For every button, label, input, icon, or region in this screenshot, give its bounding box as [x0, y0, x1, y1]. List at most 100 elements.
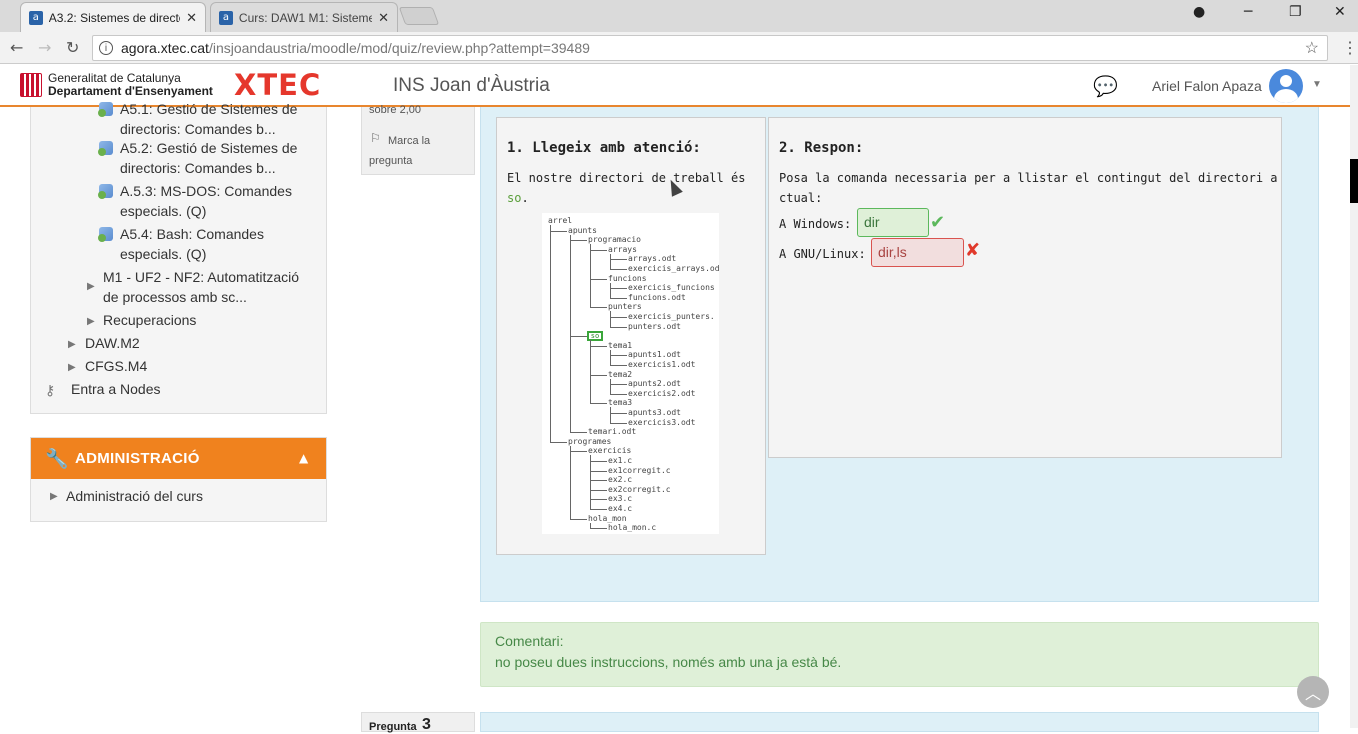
sidebar-item-recuperacions[interactable]: Recuperacions [103, 310, 196, 330]
tree-line [610, 317, 627, 318]
address-bar: ← → ↻ i agora.xtec.cat/insjoandaustria/m… [0, 32, 1358, 64]
close-tab-icon[interactable]: ✕ [186, 10, 197, 26]
sidebar-item-cfgs-m4[interactable]: CFGS.M4 [85, 356, 147, 376]
tree-line [610, 422, 627, 424]
sidebar-item-daw-m2[interactable]: DAW.M2 [85, 333, 140, 353]
gencat-line2: Departament d'Ensenyament [48, 84, 213, 98]
tree-label: hola_mon [588, 513, 627, 523]
tree-line [590, 249, 607, 251]
tree-label: ex4.c [608, 504, 633, 513]
close-window-icon[interactable]: ✕ [1334, 4, 1346, 20]
question-mark-text: sobre 2,00 [369, 104, 421, 116]
sidebar-item-nodes[interactable]: Entra a Nodes [71, 379, 161, 399]
windows-label: A Windows: [779, 217, 852, 231]
tree-line [590, 374, 607, 376]
url-host: agora.xtec.cat [121, 40, 209, 56]
read-title: 1. Llegeix amb atenció: [507, 140, 701, 156]
back-icon[interactable]: ← [10, 38, 23, 57]
back-to-top-icon[interactable]: ︿ [1297, 676, 1329, 708]
tree-label: ex2corregit.c [608, 484, 671, 494]
minimize-icon[interactable]: ─ [1244, 4, 1252, 20]
tree-line [590, 461, 607, 462]
browser-menu-icon[interactable]: ⋮ [1342, 38, 1358, 58]
key-icon: ⚷ [45, 383, 56, 399]
speech-bubble-icon[interactable]: 💬 [1093, 74, 1118, 99]
reload-icon[interactable]: ↻ [66, 38, 79, 57]
answer-instructions: Posa la comanda necessaria per a llistar… [779, 171, 1278, 205]
close-tab-icon[interactable]: ✕ [378, 10, 389, 26]
bookmark-star-icon[interactable]: ☆ [1305, 38, 1319, 58]
collapse-icon[interactable]: ▲ [299, 451, 308, 465]
comment-text: no poseu dues instruccions, només amb un… [495, 654, 842, 670]
site-name[interactable]: INS Joan d'Àustria [393, 75, 550, 97]
sidebar-item-course-admin[interactable]: Administració del curs [66, 486, 203, 506]
gencat-logo[interactable]: Generalitat de Catalunya Departament d'E… [20, 72, 213, 98]
restore-icon[interactable]: ❐ [1289, 4, 1302, 20]
tree-label: exercicis_funcions [628, 283, 715, 293]
tree-label: exercicis2.odt [628, 388, 696, 398]
tree-label: arrays [608, 244, 637, 254]
read-panel: 1. Llegeix amb atenció: El nostre direct… [496, 117, 766, 555]
answer-title: 2. Respon: [779, 140, 864, 156]
tree-line [590, 509, 607, 510]
tree-label: hola_mon.c [608, 523, 657, 533]
tree-label: arrel [548, 216, 573, 225]
scrollbar-thumb[interactable] [1350, 159, 1358, 203]
forward-icon[interactable]: → [38, 38, 51, 57]
profile-icon[interactable]: ● [1193, 4, 1205, 20]
sidebar-item-uf2[interactable]: M1 - UF2 - NF2: Automatització de proces… [103, 267, 323, 307]
tree-line [610, 393, 627, 395]
expand-arrow-icon[interactable]: ▶ [68, 362, 76, 373]
avatar[interactable] [1269, 69, 1303, 103]
user-menu-caret-icon[interactable]: ▼ [1312, 79, 1322, 90]
new-tab-button[interactable] [398, 7, 440, 25]
sidebar-item-a51[interactable]: A5.1: Gestió de Sistemes de directoris: … [98, 99, 319, 139]
tree-label: ex3.c [608, 494, 633, 504]
tree-line [550, 225, 551, 442]
gencat-emblem-icon [20, 73, 42, 97]
tree-label: programes [568, 436, 612, 446]
tree-label: exercicis3.odt [628, 417, 696, 427]
tree-label: tema3 [608, 398, 633, 408]
sidebar-item-a54[interactable]: A5.4: Bash: Comandes especials. (Q) [98, 224, 319, 264]
tree-label: punters.odt [628, 321, 681, 331]
next-question-info: Pregunta 3 [361, 712, 475, 733]
windows-answer-field[interactable]: dir [857, 208, 929, 237]
tree-line [610, 311, 611, 327]
wrench-icon: 🔧 [45, 448, 69, 470]
expand-arrow-icon[interactable]: ▶ [87, 281, 95, 292]
user-name[interactable]: Ariel Falon Apaza [1152, 78, 1262, 94]
tree-label: arrays.odt [628, 254, 677, 264]
tree-label: temari.odt [588, 427, 637, 437]
linux-answer-field[interactable]: dir,ls [871, 238, 964, 267]
administration-header[interactable]: 🔧 ADMINISTRACIÓ ▲ [31, 438, 326, 479]
expand-arrow-icon[interactable]: ▶ [87, 316, 95, 327]
tree-line [610, 384, 627, 386]
tree-line [590, 307, 607, 309]
browser-tab-active[interactable]: a A3.2: Sistemes de directo ✕ [20, 2, 206, 32]
tree-label: ex1corregit.c [608, 465, 671, 475]
quiz-icon [98, 141, 113, 156]
xtec-logo[interactable]: XTEC [234, 68, 321, 102]
tree-line [590, 403, 607, 405]
browser-tab-bar: a A3.2: Sistemes de directo ✕ a Curs: DA… [0, 0, 1358, 32]
expand-arrow-icon[interactable]: ▶ [50, 491, 58, 502]
tree-label: punters [608, 302, 642, 312]
sidebar-item-a53[interactable]: A.5.3: MS-DOS: Comandes especials. (Q) [98, 181, 319, 221]
tree-label: exercicis [588, 446, 632, 456]
next-question-number: 3 [422, 716, 431, 733]
tree-line [610, 413, 627, 414]
tree-line [610, 365, 627, 366]
page-scrollbar[interactable] [1350, 65, 1358, 728]
tree-line [570, 518, 587, 520]
info-icon[interactable]: i [99, 41, 113, 55]
sidebar-item-a52[interactable]: A5.2: Gestió de Sistemes de directoris: … [98, 138, 319, 178]
expand-arrow-icon[interactable]: ▶ [68, 339, 76, 350]
browser-tab-inactive[interactable]: a Curs: DAW1 M1: Sistemes ✕ [210, 2, 398, 32]
moodle-favicon-icon: a [29, 10, 43, 25]
correct-check-icon: ✔ [930, 212, 946, 233]
tree-line [570, 234, 571, 433]
url-input[interactable]: i agora.xtec.cat/insjoandaustria/moodle/… [92, 35, 1328, 61]
tab-title: A3.2: Sistemes de directo [48, 10, 181, 25]
flag-question-link[interactable]: Marca la pregunta [369, 131, 469, 171]
